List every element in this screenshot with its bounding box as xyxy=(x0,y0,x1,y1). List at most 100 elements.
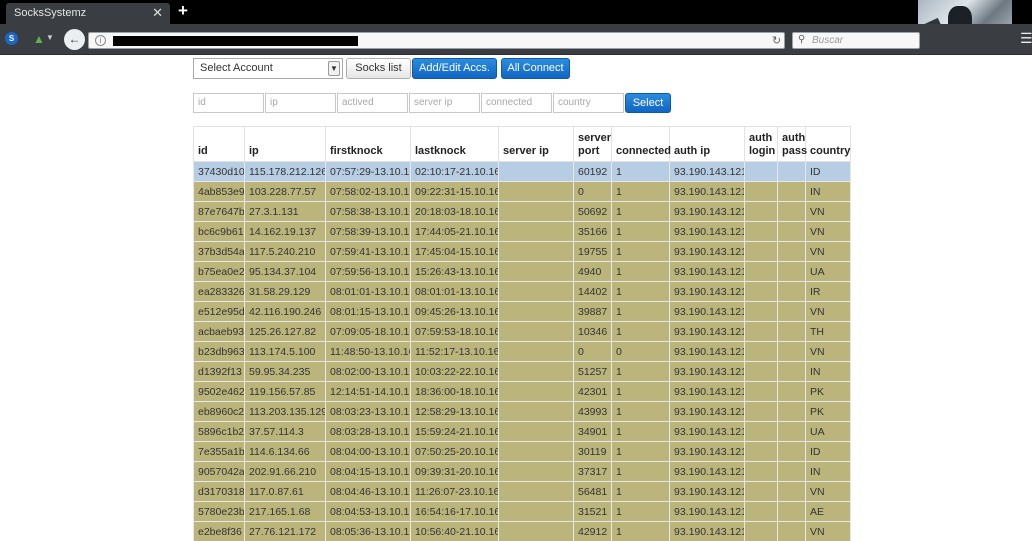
table-row[interactable]: 5896c1b2 37.57.114.3 08:03:28-13.10.16 15:5… xyxy=(193,421,851,442)
cell-auth-ip: 93.190.143.121 xyxy=(669,221,745,242)
cell-server-ip xyxy=(498,501,574,522)
column-header-firstknock[interactable]: firstknock xyxy=(325,126,411,162)
column-header-country[interactable]: country xyxy=(805,126,851,162)
table-row[interactable]: b23db963 113.174.5.100 11:48:50-13.10.16 11… xyxy=(193,341,851,362)
reload-icon[interactable]: ↻ xyxy=(772,34,781,47)
cell-lastknock: 07:59:53-18.10.16 xyxy=(410,321,499,342)
account-select[interactable]: Select Account ▼ xyxy=(193,58,343,79)
cell-connected: 1 xyxy=(611,201,670,222)
select-button[interactable]: Select xyxy=(625,93,671,113)
cell-lastknock: 18:36:00-18.10.16 xyxy=(410,381,499,402)
cell-connected: 1 xyxy=(611,261,670,282)
column-header-auth-login[interactable]: auth login xyxy=(744,126,778,162)
cell-firstknock: 08:04:15-13.10.16 xyxy=(325,461,411,482)
socks-table: id ip firstknock lastknock server ip ser… xyxy=(193,126,851,541)
cell-connected: 1 xyxy=(611,181,670,202)
cell-server-port: 56481 xyxy=(573,481,612,502)
table-row[interactable]: 5780e23b 217.165.1.68 08:04:53-13.10.16 16:… xyxy=(193,501,851,522)
table-row[interactable]: eb8960c2 113.203.135.129 08:03:23-13.10.16… xyxy=(193,401,851,422)
cell-firstknock: 08:01:15-13.10.16 xyxy=(325,301,411,322)
column-header-server-port[interactable]: server port xyxy=(573,126,612,162)
all-connect-button[interactable]: All Connect xyxy=(501,58,570,79)
back-button[interactable]: ← xyxy=(64,29,85,50)
filter-country-input[interactable]: country xyxy=(553,93,624,113)
chevron-down-icon[interactable]: ▼ xyxy=(328,61,340,76)
cell-id: b75ea0e2 xyxy=(193,261,245,282)
cell-connected: 1 xyxy=(611,441,670,462)
column-header-id[interactable]: id xyxy=(193,126,245,162)
new-tab-icon[interactable]: + xyxy=(178,1,188,21)
column-header-lastknock[interactable]: lastknock xyxy=(410,126,499,162)
cell-auth-login xyxy=(744,241,778,262)
filter-ip-input[interactable]: ip xyxy=(265,93,336,113)
filter-server-ip-input[interactable]: server ip xyxy=(409,93,480,113)
cell-auth-pass xyxy=(777,281,806,302)
browser-tab[interactable]: SocksSystemz ✕ xyxy=(6,3,170,24)
cell-server-ip xyxy=(498,221,574,242)
browser-logo-icon[interactable]: S xyxy=(5,32,18,45)
info-icon[interactable]: i xyxy=(95,35,106,46)
socks-list-button[interactable]: Socks list xyxy=(346,58,411,79)
cell-firstknock: 07:58:39-13.10.16 xyxy=(325,221,411,242)
cell-server-ip xyxy=(498,161,574,182)
chevron-down-icon[interactable]: ▼ xyxy=(46,33,54,42)
cell-id: acbaeb93 xyxy=(193,321,245,342)
add-edit-accounts-button[interactable]: Add/Edit Accs. xyxy=(412,58,497,79)
browser-tab-bar: SocksSystemz ✕ + xyxy=(0,0,1032,54)
column-header-auth-pass[interactable]: auth pass xyxy=(777,126,807,162)
cell-connected: 1 xyxy=(611,301,670,322)
table-row[interactable]: 4ab853e9 103.228.77.57 07:58:02-13.10.16 09… xyxy=(193,181,851,202)
table-row[interactable]: 7e355a1b 114.6.134.66 08:04:00-13.10.16 07:… xyxy=(193,441,851,462)
cell-firstknock: 08:04:46-13.10.16 xyxy=(325,481,411,502)
table-row[interactable]: 37b3d54a 117.5.240.210 07:59:41-13.10.16 17… xyxy=(193,241,851,262)
table-row[interactable]: 37430d10 115.178.212.126 07:57:29-13.10.16… xyxy=(193,161,851,182)
column-header-auth-ip[interactable]: auth ip xyxy=(669,126,745,162)
cell-id: ea283326 xyxy=(193,281,245,302)
table-row[interactable]: d1392f13 59.95.34.235 08:02:00-13.10.16 10:… xyxy=(193,361,851,382)
cell-country: VN xyxy=(805,521,851,541)
cell-firstknock: 07:58:38-13.10.16 xyxy=(325,201,411,222)
menu-icon[interactable]: ☰ xyxy=(1020,30,1032,47)
close-tab-icon[interactable]: ✕ xyxy=(152,5,163,21)
cell-auth-ip: 93.190.143.121 xyxy=(669,461,745,482)
cell-lastknock: 15:26:43-13.10.16 xyxy=(410,261,499,282)
cell-firstknock: 07:59:56-13.10.16 xyxy=(325,261,411,282)
table-row[interactable]: ea283326 31.58.29.129 08:01:01-13.10.16 08:… xyxy=(193,281,851,302)
table-row[interactable]: 87e7647b 27.3.1.131 07:58:38-13.10.16 20:18… xyxy=(193,201,851,222)
filter-actived-input[interactable]: actived xyxy=(337,93,408,113)
column-header-connected[interactable]: connected xyxy=(611,126,671,162)
url-bar[interactable]: i ↻ xyxy=(88,32,785,49)
cell-auth-pass xyxy=(777,421,806,442)
table-row[interactable]: e2be8f36 27.76.121.172 08:05:36-13.10.16 10… xyxy=(193,521,851,541)
cell-server-ip xyxy=(498,281,574,302)
cell-server-port: 0 xyxy=(573,341,612,362)
cell-firstknock: 07:59:41-13.10.16 xyxy=(325,241,411,262)
table-row[interactable]: acbaeb93 125.26.127.82 07:09:05-18.10.16 07… xyxy=(193,321,851,342)
cell-server-port: 43993 xyxy=(573,401,612,422)
cell-connected: 1 xyxy=(611,481,670,502)
cell-auth-login xyxy=(744,281,778,302)
table-row[interactable]: bc6c9b61 14.162.19.137 07:58:39-13.10.16 17… xyxy=(193,221,851,242)
cell-auth-ip: 93.190.143.121 xyxy=(669,421,745,442)
table-row[interactable]: e512e95d 42.116.190.246 08:01:15-13.10.16 0… xyxy=(193,301,851,322)
cell-firstknock: 07:57:29-13.10.16 xyxy=(325,161,411,182)
cell-ip: 217.165.1.68 xyxy=(244,501,326,522)
table-row[interactable]: d3170318 117.0.87.61 08:04:46-13.10.16 11:2… xyxy=(193,481,851,502)
search-icon: ⚲ xyxy=(798,34,806,45)
filter-id-input[interactable]: id xyxy=(193,93,264,113)
filter-connected-input[interactable]: connected xyxy=(481,93,552,113)
header-line: auth xyxy=(749,132,773,144)
cell-connected: 1 xyxy=(611,321,670,342)
table-row[interactable]: 9502e462 119.156.57.85 12:14:51-14.10.16 18… xyxy=(193,381,851,402)
cell-server-ip xyxy=(498,381,574,402)
cell-auth-pass xyxy=(777,261,806,282)
cell-firstknock: 08:01:01-13.10.16 xyxy=(325,281,411,302)
search-input[interactable]: ⚲ Buscar xyxy=(792,32,920,49)
home-icon[interactable]: ▲ xyxy=(33,32,45,46)
cell-connected: 1 xyxy=(611,281,670,302)
column-header-server-ip[interactable]: server ip xyxy=(498,126,574,162)
cell-auth-ip: 93.190.143.121 xyxy=(669,441,745,462)
table-row[interactable]: b75ea0e2 95.134.37.104 07:59:56-13.10.16 15… xyxy=(193,261,851,282)
column-header-ip[interactable]: ip xyxy=(244,126,326,162)
table-row[interactable]: 9057042a 202.91.66.210 08:04:15-13.10.16 09… xyxy=(193,461,851,482)
